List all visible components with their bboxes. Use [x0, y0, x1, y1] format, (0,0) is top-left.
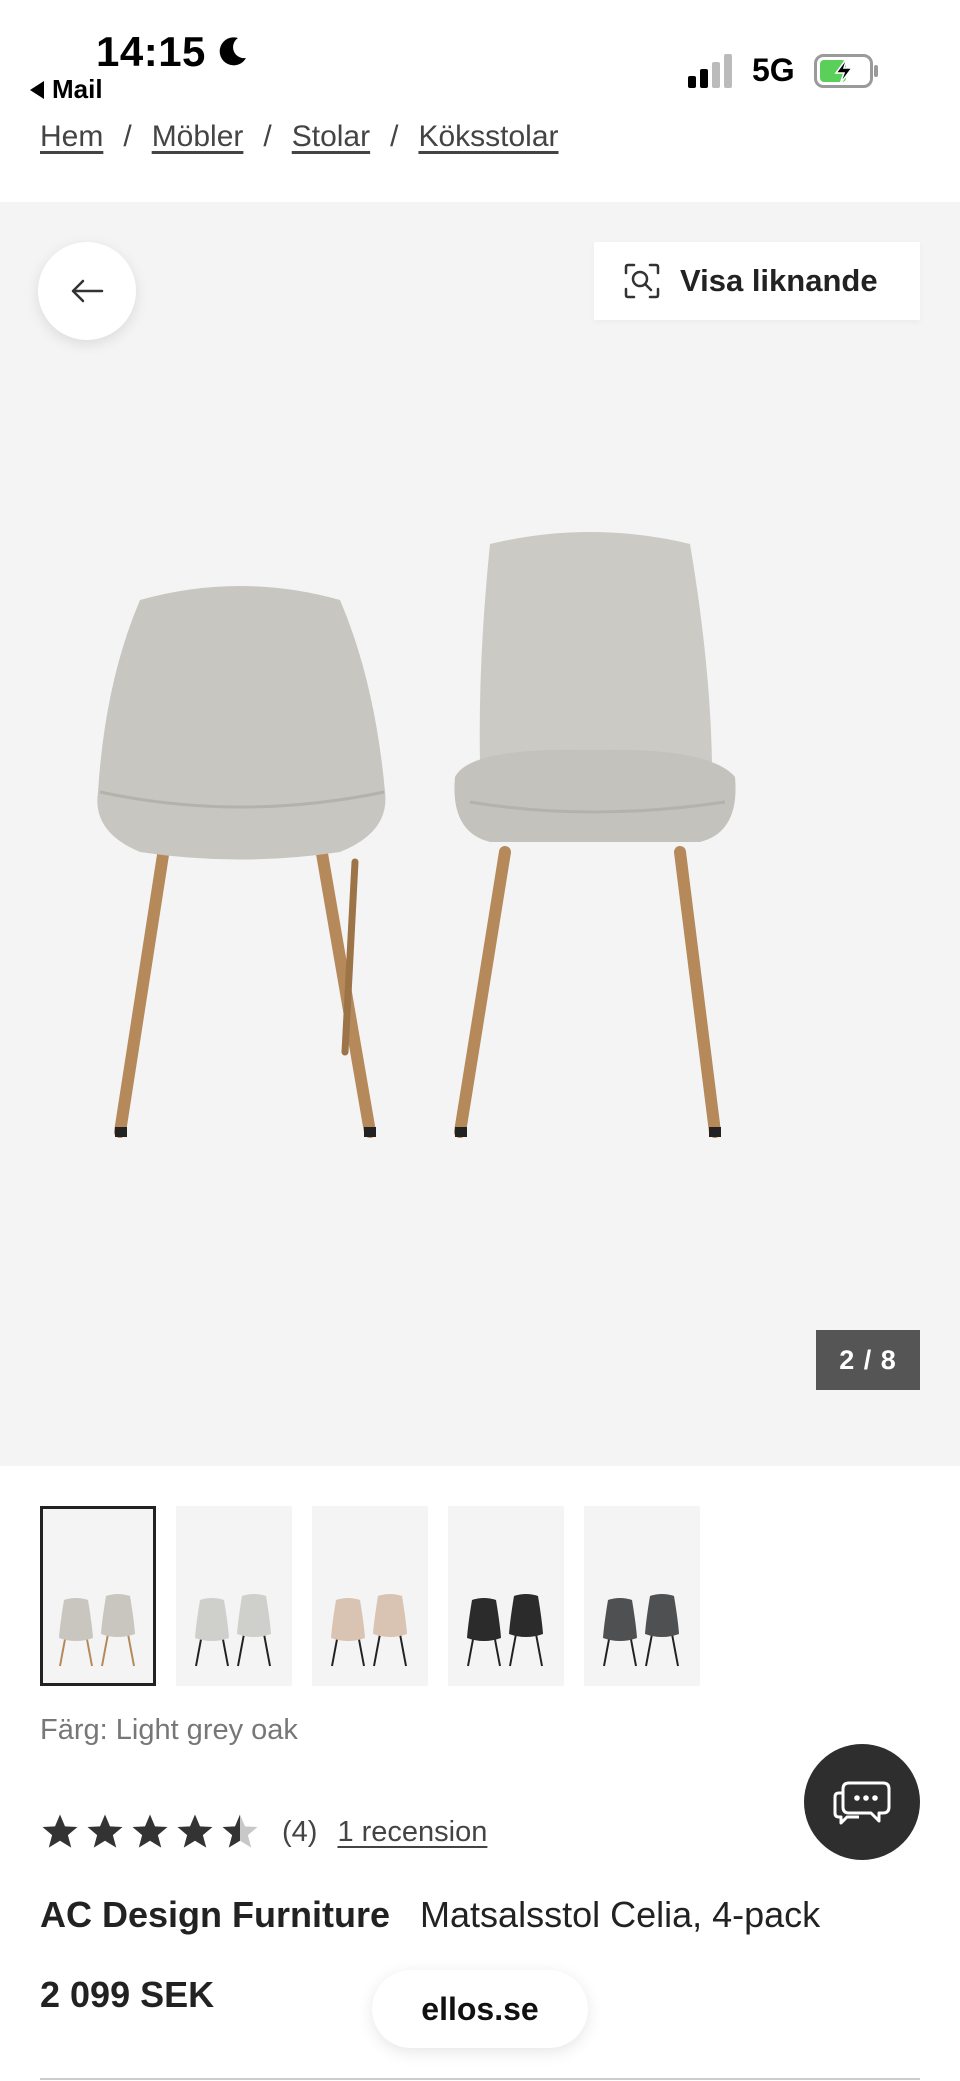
moon-icon — [219, 37, 246, 66]
rating-count: (4) — [282, 1815, 318, 1848]
breadcrumb: Hem / Möbler / Stolar / Köksstolar — [40, 120, 559, 154]
thumbnail-image — [331, 1594, 407, 1667]
status-time: 14:15 — [96, 28, 206, 75]
product-brand[interactable]: AC Design Furniture — [40, 1894, 390, 1935]
star-icon — [42, 1814, 78, 1848]
back-triangle-icon — [30, 80, 44, 99]
breadcrumb-separator: / — [263, 120, 272, 153]
thumbnail-light-grey-black[interactable] — [176, 1506, 292, 1686]
show-similar-button[interactable]: Visa liknande — [594, 242, 920, 320]
thumbnail-dark-grey-black[interactable] — [584, 1506, 700, 1686]
battery-charging-icon — [814, 54, 878, 88]
star-icon — [222, 1814, 258, 1848]
star-icon — [132, 1814, 168, 1848]
star-icon — [87, 1814, 123, 1848]
product-gallery[interactable]: Visa liknande 2 / 8 — [0, 202, 960, 1466]
chat-bubbles-icon — [833, 1781, 891, 1825]
breadcrumb-separator: / — [390, 120, 399, 153]
site-url-pill[interactable]: ellos.se — [372, 1970, 588, 2048]
thumbnail-image — [467, 1594, 543, 1667]
thumbnail-image — [603, 1594, 679, 1667]
chair-front-view — [454, 532, 736, 1138]
breadcrumb-item-koksstolar[interactable]: Köksstolar — [418, 120, 558, 154]
product-image[interactable] — [0, 202, 960, 1466]
breadcrumb-item-stolar[interactable]: Stolar — [292, 120, 370, 154]
product-title: AC Design Furniture Matsalsstol Celia, 4… — [40, 1894, 820, 1936]
thumbnail-beige-black[interactable] — [312, 1506, 428, 1686]
star-rating — [40, 1812, 260, 1852]
show-similar-label: Visa liknande — [680, 263, 878, 298]
back-button[interactable] — [38, 242, 136, 340]
breadcrumb-item-mobler[interactable]: Möbler — [152, 120, 244, 154]
network-type: 5G — [752, 52, 795, 88]
color-label: Färg: Light grey oak — [40, 1714, 298, 1746]
breadcrumb-item-hem[interactable]: Hem — [40, 120, 103, 154]
cellular-signal-icon — [688, 54, 732, 88]
back-app-label: Mail — [52, 74, 103, 104]
image-counter: 2 / 8 — [816, 1330, 920, 1390]
product-price: 2 099 SEK — [40, 1974, 215, 2015]
divider — [40, 2078, 920, 2080]
chair-back-view — [97, 586, 386, 1138]
reviews-link[interactable]: 1 recension — [337, 1816, 487, 1849]
thumbnail-image — [59, 1594, 135, 1667]
chat-button[interactable] — [804, 1744, 920, 1860]
breadcrumb-separator: / — [123, 120, 132, 153]
thumbnail-strip — [40, 1506, 700, 1686]
product-name: Matsalsstol Celia, 4-pack — [420, 1894, 821, 1935]
arrow-left-icon — [71, 279, 104, 303]
thumbnail-black-black[interactable] — [448, 1506, 564, 1686]
rating-row: (4) 1 recension — [40, 1812, 487, 1852]
back-to-app-link[interactable]: Mail — [30, 74, 103, 105]
thumbnail-light-grey-oak[interactable] — [40, 1506, 156, 1686]
thumbnail-image — [195, 1594, 271, 1667]
star-icon — [177, 1814, 213, 1848]
visual-search-icon — [624, 263, 660, 299]
